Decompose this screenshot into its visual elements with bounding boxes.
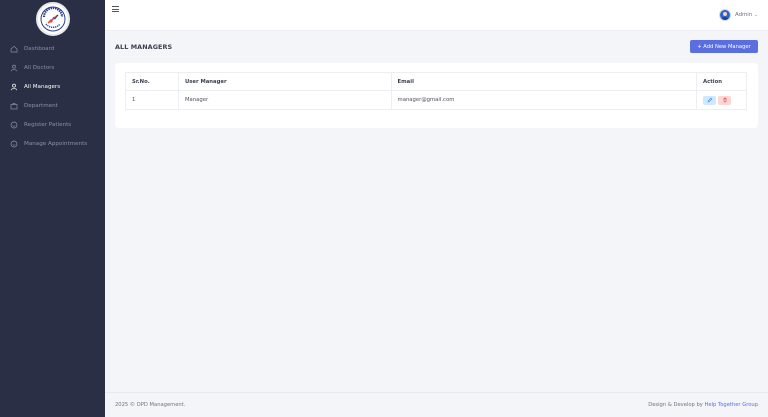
hamburger-icon[interactable]	[112, 6, 119, 12]
sidebar-item-label: Dashboard	[24, 45, 55, 52]
delete-button[interactable]	[718, 95, 732, 105]
header-user-manager: User Manager	[177, 72, 392, 91]
sidebar-item-label: All Managers	[24, 83, 61, 90]
sidebar-nav: Dashboard All Doctors All Managers Depar…	[0, 39, 105, 153]
sidebar-item-label: Department	[24, 102, 58, 109]
cell-email: manager@gmail.com	[390, 90, 698, 110]
sidebar-item-manage-appointments[interactable]: Manage Appointments	[0, 134, 105, 153]
sidebar-item-dashboard[interactable]: Dashboard	[0, 39, 105, 58]
header-sr-no: Sr.No.	[125, 72, 179, 91]
pencil-icon	[707, 97, 712, 103]
sidebar-item-label: Register Patients	[24, 121, 72, 128]
sidebar-item-register-patients[interactable]: Register Patients	[0, 115, 105, 134]
top-bar: Admin ⌄	[105, 0, 768, 31]
smile-icon	[10, 121, 18, 129]
cell-user-manager: Manager	[177, 90, 392, 110]
table-header-row: Sr.No. User Manager Email Action	[125, 72, 747, 91]
sidebar-item-department[interactable]: Department	[0, 96, 105, 115]
add-new-manager-button[interactable]: + Add New Manager	[690, 40, 758, 53]
managers-table: Sr.No. User Manager Email Action 1 Manag…	[125, 72, 747, 110]
briefcase-icon	[10, 102, 18, 110]
managers-card: Sr.No. User Manager Email Action 1 Manag…	[115, 63, 758, 128]
header-action: Action	[696, 72, 747, 91]
footer: 2025 © OPD Management. Design & Develop …	[105, 392, 768, 417]
user-name: Admin	[735, 12, 753, 18]
sidebar-item-label: All Doctors	[24, 64, 55, 71]
user-icon	[10, 83, 18, 91]
home-icon	[10, 45, 18, 53]
footer-credit: Design & Develop by Help Together Group	[648, 402, 758, 408]
sidebar: Dashboard All Doctors All Managers Depar…	[0, 0, 105, 417]
user-icon	[10, 64, 18, 72]
sidebar-item-all-doctors[interactable]: All Doctors	[0, 58, 105, 77]
sidebar-item-label: Manage Appointments	[24, 140, 88, 147]
cell-action	[696, 90, 747, 110]
row-actions	[703, 95, 746, 105]
clinic-logo[interactable]	[35, 1, 70, 36]
edit-button[interactable]	[703, 95, 717, 105]
page-title: ALL MANAGERS	[115, 43, 173, 51]
cell-sr-no: 1	[125, 90, 179, 110]
smile-icon	[10, 140, 18, 148]
header-email: Email	[390, 72, 698, 91]
logo-area	[0, 0, 105, 37]
avatar	[719, 9, 732, 21]
footer-credit-link[interactable]: Help Together Group	[704, 402, 758, 408]
footer-copyright: 2025 © OPD Management.	[115, 402, 186, 408]
sidebar-item-all-managers[interactable]: All Managers	[0, 77, 105, 96]
user-menu[interactable]: Admin ⌄	[719, 9, 758, 21]
table-row: 1 Manager manager@gmail.com	[125, 90, 747, 110]
footer-credit-prefix: Design & Develop by	[648, 402, 705, 408]
chevron-down-icon: ⌄	[754, 12, 758, 18]
trash-icon	[723, 97, 727, 103]
